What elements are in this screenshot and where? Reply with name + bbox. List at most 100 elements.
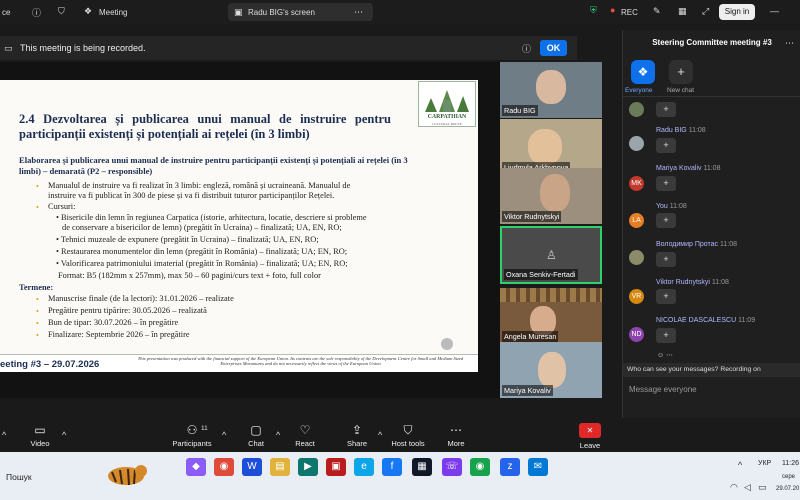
chevron-up-icon[interactable]: ^ [62, 430, 66, 440]
app-icon[interactable]: ▦ [412, 458, 432, 476]
slide-line: • Tehnici muzeale de expunere (pregătit … [56, 235, 319, 244]
reaction-button[interactable]: + [656, 328, 676, 343]
screen-label: Radu BIG's screen [248, 8, 315, 17]
language[interactable]: УКР [758, 460, 771, 467]
chevron-up-icon[interactable]: ^ [222, 430, 226, 440]
screen-thumb-icon: ▣ [234, 7, 243, 17]
banner-ok-button[interactable]: OK [540, 40, 567, 56]
footer-disclaimer: This presentation was produced with the … [137, 356, 464, 367]
volume-icon[interactable]: ◁ [744, 482, 751, 493]
privacy-note: Who can see your messages? Recording on [627, 366, 761, 373]
explorer-icon[interactable]: ▤ [270, 458, 290, 476]
app-icon[interactable]: ▶ [298, 458, 318, 476]
fullscreen-icon[interactable]: ⤢ [702, 6, 709, 17]
message-input[interactable]: Message everyone [629, 385, 697, 394]
react-button[interactable]: ♡ React [283, 423, 327, 448]
paw-icon: ❖ [84, 6, 93, 16]
termen-item: Pregătire pentru tipărire: 30.05.2026 – … [48, 306, 207, 315]
reaction-button[interactable]: + [656, 176, 676, 191]
clock-time[interactable]: 11:26 [782, 460, 799, 467]
chat-options-icon[interactable]: ⋯ [785, 38, 794, 49]
participant-tile[interactable]: Radu BIG [500, 62, 602, 118]
wifi-icon[interactable]: ◠ [730, 482, 738, 493]
grid-icon[interactable]: ▦ [678, 6, 687, 17]
shield-icon[interactable]: ⛉ [58, 6, 65, 17]
everyone-tab-icon[interactable]: ❖ [631, 60, 655, 84]
info-icon[interactable]: ⓘ [32, 6, 41, 19]
new-chat-icon[interactable]: + [669, 60, 693, 84]
rec-label[interactable]: REC [621, 8, 638, 17]
chevron-up-icon[interactable]: ^ [276, 430, 280, 440]
more-button[interactable]: ⋯ More [434, 423, 478, 448]
banner-info-icon[interactable]: ⓘ [522, 42, 531, 55]
tiger-image [108, 465, 147, 486]
chat-button[interactable]: ▢ Chat [234, 423, 278, 448]
screen-share-indicator[interactable]: ▣ Radu BIG's screen ⋯ [228, 3, 373, 21]
chevron-up-icon[interactable]: ^ [378, 430, 382, 440]
video-button[interactable]: ▭ Video [18, 423, 62, 448]
shared-slide: CARPATHIAN CULTURAL ROUTE 2.4 Dezvoltare… [0, 80, 478, 372]
share-button[interactable]: ⇪ Share [335, 423, 379, 448]
battery-icon[interactable]: ▭ [758, 482, 767, 493]
participant-tile[interactable]: Angela Muresan [500, 288, 602, 344]
reaction-icons[interactable]: ☺ ⋯ [657, 351, 673, 359]
minimize-icon[interactable]: — [770, 6, 779, 16]
slide-line: Manualul de instruire va fi realizat în … [48, 181, 351, 190]
chevron-up-icon[interactable]: ^ [738, 460, 742, 470]
tab-new-chat[interactable]: New chat [667, 87, 694, 94]
slide-line: Cursuri: [48, 202, 76, 211]
reaction-button[interactable]: + [656, 138, 676, 153]
chat-sender: NICOLAE DASCALESCU 11:09 [656, 317, 756, 324]
chevron-up-icon[interactable]: ^ [2, 430, 6, 440]
facebook-icon[interactable]: f [382, 458, 402, 476]
taskbar-search[interactable]: Пошук [6, 472, 32, 482]
outlook-icon[interactable]: ✉ [528, 458, 548, 476]
leave-button[interactable]: Leave [568, 441, 612, 450]
privacy-bar[interactable]: Who can see your messages? Recording on [623, 363, 800, 377]
copilot-icon[interactable]: ◆ [186, 458, 206, 476]
participant-tile[interactable]: Viktor Rudnytskyi [500, 168, 602, 224]
logo-text: CARPATHIAN [427, 114, 467, 120]
chat-sender: Mariya Kovaliv 11:08 [656, 165, 721, 172]
zoom-icon[interactable]: z [500, 458, 520, 476]
termen-item: Finalizare: Septembrie 2026 – în pregăti… [48, 330, 190, 339]
divider [623, 96, 800, 97]
reaction-button[interactable]: + [656, 289, 676, 304]
host-tools-button[interactable]: ⛉ Host tools [386, 423, 430, 448]
word-icon[interactable]: W [242, 458, 262, 476]
tab-everyone[interactable]: Everyone [625, 87, 652, 94]
avatar: VR [629, 289, 644, 304]
reaction-button[interactable]: + [656, 102, 676, 117]
sign-in-button[interactable]: Sign in [719, 4, 755, 20]
participant-tile[interactable]: Liudmyla Arkhypova [500, 119, 602, 175]
slide-title: 2.4 Dezvoltarea și publicarea unui manua… [19, 112, 391, 141]
carpathian-logo: CARPATHIAN CULTURAL ROUTE [418, 81, 476, 127]
footer-meeting-date: eeting #3 – 29.07.2026 [0, 359, 100, 370]
slide-line: • Valorificarea patrimoniului imaterial … [56, 259, 348, 268]
saver-icon[interactable]: ▣ [326, 458, 346, 476]
leave-icon[interactable]: ✕ [579, 423, 601, 438]
chat-sender: Володимир Протас 11:08 [656, 241, 738, 248]
slide-subtitle: Elaborarea și publicarea unui manual de … [19, 155, 408, 176]
participant-name: Angela Muresan [502, 331, 559, 342]
participant-tile[interactable]: Mariya Kovaliv [500, 342, 602, 398]
chrome-icon[interactable]: ◉ [214, 458, 234, 476]
meeting-label[interactable]: Meeting [99, 8, 127, 17]
banner-text: This meeting is being recorded. [20, 43, 146, 53]
reaction-button[interactable]: + [656, 252, 676, 267]
slide-line: • Bisericile din lemn în regiunea Carpat… [56, 213, 367, 222]
edge-icon[interactable]: e [354, 458, 374, 476]
participant-name: Oxana Senkiv-Fertadi [504, 269, 578, 280]
termen-item: Manuscrise finale (de la lectori): 31.01… [48, 294, 234, 303]
camera-off-icon: ♙ [546, 248, 557, 262]
participant-face [528, 129, 562, 165]
options-icon[interactable]: ⋯ [354, 7, 363, 18]
chrome-icon[interactable]: ◉ [470, 458, 490, 476]
participant-tile-active[interactable]: ♙ Oxana Senkiv-Fertadi [500, 226, 602, 284]
reaction-button[interactable]: + [656, 213, 676, 228]
clock-day: сере [782, 474, 796, 480]
tools-icon[interactable]: ✎ [653, 6, 661, 17]
encryption-shield-icon[interactable]: ⛨ [590, 5, 597, 16]
termen-item: Bun de tipar: 30.07.2026 – în pregătire [48, 318, 179, 327]
viber-icon[interactable]: ☏ [442, 458, 462, 476]
